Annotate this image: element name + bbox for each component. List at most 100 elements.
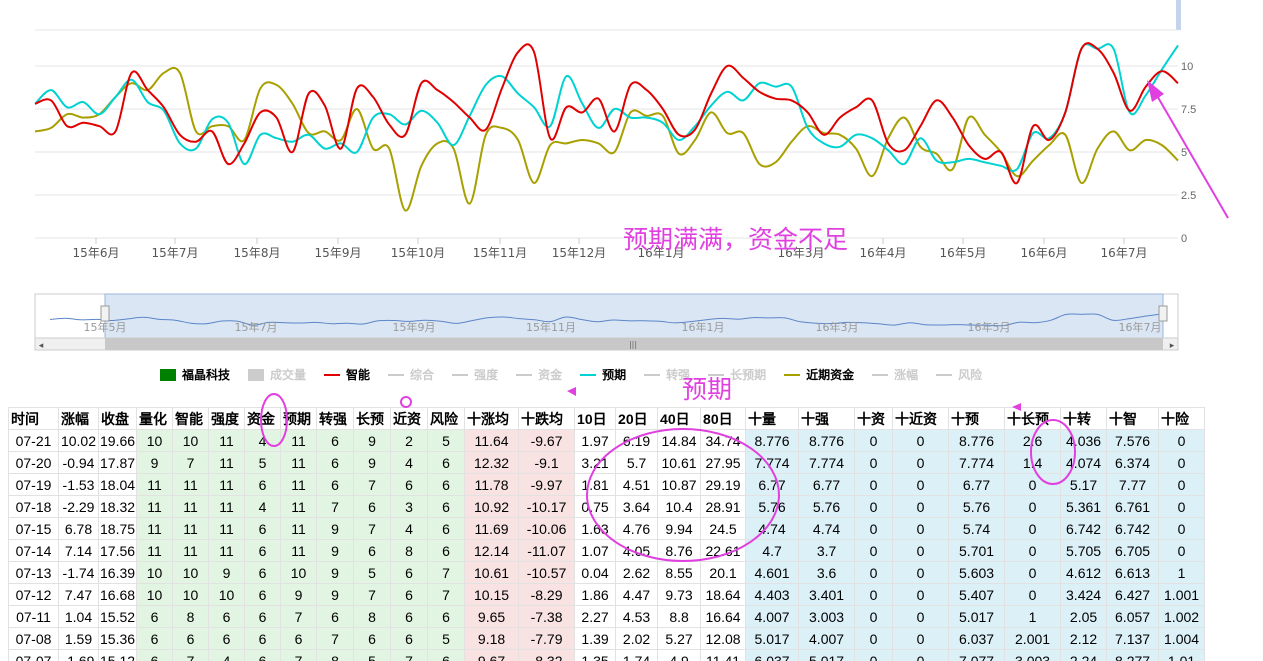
table-cell: -2.29 xyxy=(58,495,99,518)
table-cell: 5.017 xyxy=(798,649,856,661)
x-axis: 15年6月 15年7月 15年8月 15年9月 15年10月 15年11月 15年12月 16… xyxy=(73,238,1147,260)
legend-item[interactable]: 近期资金 xyxy=(784,366,854,383)
navigator-tick-label: 16年3月 xyxy=(816,320,859,334)
table-cell: 6.742 xyxy=(1106,517,1160,540)
table-cell: 07-07 xyxy=(8,649,59,661)
y-tick-label: 10 xyxy=(1181,61,1193,73)
table-cell: 11 xyxy=(136,539,174,562)
table-cell: 3.21 xyxy=(574,451,617,474)
table-cell: 1.002 xyxy=(1158,605,1206,628)
table-row: 07-20 -0.94 17.87 9 7 11 5 11 6 9 4 6 12.32 -9.1 3.21 5… xyxy=(8,451,1206,474)
y-tick-label: 2.5 xyxy=(1181,190,1196,202)
scroll-left-arrow-icon[interactable]: ◂ xyxy=(39,341,44,351)
legend-item[interactable]: 资金 xyxy=(516,366,562,383)
legend-item[interactable]: 涨幅 xyxy=(872,366,918,383)
table-header-cell: 十转 xyxy=(1060,407,1108,430)
legend-line-icon xyxy=(388,373,405,376)
table-cell: 0 xyxy=(854,627,894,650)
table-cell: 15.52 xyxy=(97,605,138,628)
table-cell: 12.14 xyxy=(464,539,520,562)
table-cell: 9.94 xyxy=(657,517,702,540)
legend-label: 预期 xyxy=(602,368,627,382)
table-cell: 6.742 xyxy=(1060,517,1108,540)
table-cell: 3 xyxy=(390,495,429,518)
table-cell: 11 xyxy=(208,517,246,540)
legend-item[interactable]: 智能 xyxy=(324,366,370,383)
table-header-cell: 智能 xyxy=(172,407,210,430)
y-axis: 0 2.5 5 7.5 10 xyxy=(1181,61,1196,245)
table-cell: 7 xyxy=(353,583,392,606)
table-cell: 4.036 xyxy=(1060,429,1108,452)
table-header-cell: 十资 xyxy=(854,407,894,430)
table-cell: 6 xyxy=(244,627,282,650)
table-cell: 6 xyxy=(244,583,282,606)
table-cell: 18.64 xyxy=(700,583,747,606)
table-cell: 6 xyxy=(427,539,466,562)
table-cell: 5.76 xyxy=(948,495,1006,518)
table-header-cell: 十近资 xyxy=(892,407,950,430)
table-cell: 07-18 xyxy=(8,495,59,518)
table-cell: 5.705 xyxy=(1060,539,1108,562)
table-cell: 0 xyxy=(854,451,894,474)
table-cell: 4.612 xyxy=(1060,561,1108,584)
table-cell: 0 xyxy=(1158,495,1206,518)
table-cell: 1.74 xyxy=(615,649,659,661)
table-cell: 5.7 xyxy=(615,451,659,474)
table-cell: 4.47 xyxy=(615,583,659,606)
table-cell: 11 xyxy=(208,451,246,474)
table-cell: 8.277 xyxy=(1106,649,1160,661)
table-cell: 6 xyxy=(390,473,429,496)
series-line-2 xyxy=(34,66,1179,212)
legend-item[interactable]: 成交量 xyxy=(248,366,306,383)
table-cell: -0.94 xyxy=(58,451,99,474)
table-cell: -1.53 xyxy=(58,473,99,496)
table-cell: 1.97 xyxy=(574,429,617,452)
table-cell: 5.361 xyxy=(1060,495,1108,518)
navigator-handle-left[interactable] xyxy=(100,305,110,322)
table-cell: 8.776 xyxy=(798,429,856,452)
table-cell: 7.576 xyxy=(1106,429,1160,452)
navigator-handle-right[interactable] xyxy=(1158,305,1168,322)
table-cell: 0 xyxy=(892,473,950,496)
table-cell: 9 xyxy=(316,539,355,562)
legend-label: 成交量 xyxy=(270,368,307,382)
table-row: 07-12 7.47 16.68 10 10 10 6 9 9 7 6 7 10.15 -8.29 1.86… xyxy=(8,583,1206,606)
table-cell: 5.74 xyxy=(948,517,1006,540)
table-cell: 27.95 xyxy=(700,451,747,474)
legend-line-icon xyxy=(872,373,889,376)
legend-item[interactable]: 综合 xyxy=(388,366,434,383)
legend-item[interactable]: 福晶科技 xyxy=(160,366,230,383)
table-cell: 12.08 xyxy=(700,627,747,650)
table-cell: 6.705 xyxy=(1106,539,1160,562)
legend-label: 智能 xyxy=(346,368,371,382)
table-cell: 8 xyxy=(316,649,355,661)
table-header-cell: 长预 xyxy=(353,407,392,430)
table-cell: 7.774 xyxy=(798,451,856,474)
legend-item[interactable]: 预期 xyxy=(580,366,626,383)
table-cell: 0 xyxy=(854,495,894,518)
scroll-right-arrow-icon[interactable]: ▸ xyxy=(1170,341,1175,351)
table-cell: 10 xyxy=(136,561,174,584)
table-cell: 4 xyxy=(244,495,282,518)
table-cell: 0 xyxy=(1158,539,1206,562)
table-row: 07-18 -2.29 18.32 11 11 11 4 11 7 6 3 6 10.92 -10.17 0… xyxy=(8,495,1206,518)
table-cell: 5.27 xyxy=(657,627,702,650)
table-cell: 6 xyxy=(427,517,466,540)
table-cell: 4.007 xyxy=(798,627,856,650)
table-cell: 6.77 xyxy=(798,473,856,496)
chart-scroll-edge xyxy=(1176,0,1181,30)
table-cell: 28.91 xyxy=(700,495,747,518)
table-cell: 9 xyxy=(353,451,392,474)
legend-item[interactable]: 强度 xyxy=(452,366,498,383)
table-cell: 11.78 xyxy=(464,473,520,496)
series-line-0 xyxy=(34,42,1179,185)
table-header-cell: 十智 xyxy=(1106,407,1160,430)
table-cell: 11 xyxy=(280,451,318,474)
legend-item[interactable]: 风险 xyxy=(936,366,982,383)
chart-grid xyxy=(35,29,1178,239)
range-navigator[interactable]: 15年5月 15年7月 15年9月 15年11月 16年1月 16年3月 16年5月 16年7… xyxy=(0,290,1263,352)
table-cell: 5.017 xyxy=(745,627,800,650)
table-cell: 18.04 xyxy=(97,473,138,496)
table-cell: 20.1 xyxy=(700,561,747,584)
table-header-cell: 时间 xyxy=(8,407,59,430)
